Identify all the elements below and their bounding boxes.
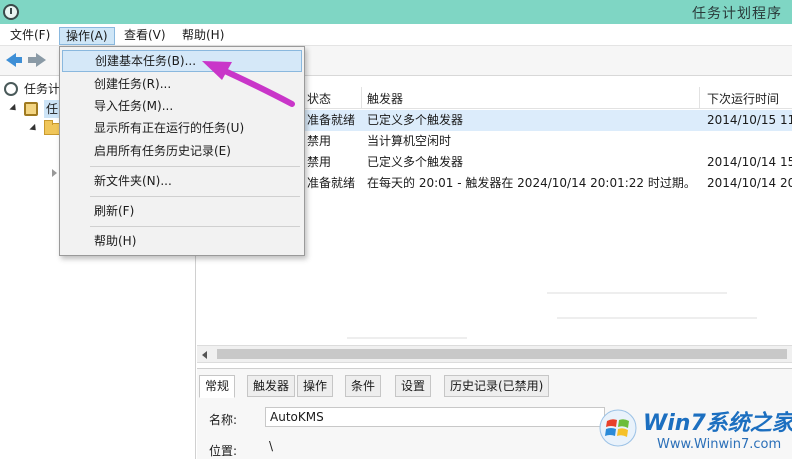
location-label: 位置: — [209, 444, 238, 458]
scroll-left-icon[interactable] — [202, 351, 207, 359]
tab-general[interactable]: 常规 — [199, 375, 236, 398]
forward-button[interactable] — [28, 52, 46, 68]
action-menu: 创建基本任务(B)... 创建任务(R)... 导入任务(M)... 显示所有正… — [59, 46, 305, 256]
window-title: 任务计划程序 — [692, 6, 782, 22]
menu-bar: 文件(F) 操作(A) 查看(V) 帮助(H) — [0, 24, 792, 46]
menu-file[interactable]: 文件(F) — [4, 27, 56, 45]
scrollbar-thumb[interactable] — [217, 349, 787, 359]
menu-item-create-task[interactable]: 创建任务(R)... — [62, 73, 302, 95]
menu-view[interactable]: 查看(V) — [118, 27, 172, 45]
back-button[interactable] — [6, 52, 24, 68]
watermark: Win7系统之家 Www.Winwin7.com — [595, 403, 792, 459]
expand-icon — [9, 103, 19, 114]
tab-history[interactable]: 历史记录(已禁用) — [444, 375, 550, 397]
column-status[interactable]: 状态 — [307, 90, 331, 107]
column-next-run[interactable]: 下次运行时间 — [707, 90, 779, 107]
tab-triggers[interactable]: 触发器 — [247, 375, 296, 397]
collapse-icon[interactable] — [52, 169, 57, 177]
menu-item-new-folder[interactable]: 新文件夹(N)... — [62, 170, 302, 192]
title-bar: 任务计划程序 — [0, 0, 792, 24]
tree-item-root[interactable]: 任务计 — [4, 79, 64, 99]
menu-item-refresh[interactable]: 刷新(F) — [62, 200, 302, 222]
menu-item-import-task[interactable]: 导入任务(M)... — [62, 95, 302, 117]
menu-item-help[interactable]: 帮助(H) — [62, 230, 302, 252]
menu-item-show-running[interactable]: 显示所有正在运行的任务(U) — [62, 117, 302, 139]
location-value: \ — [269, 439, 274, 453]
windows-logo-icon — [599, 409, 637, 447]
menu-help[interactable]: 帮助(H) — [176, 27, 230, 45]
horizontal-scrollbar[interactable] — [197, 345, 792, 363]
menu-action[interactable]: 操作(A) — [59, 27, 115, 45]
tab-conditions[interactable]: 条件 — [345, 375, 382, 397]
watermark-url: Www.Winwin7.com — [657, 437, 782, 452]
tab-actions[interactable]: 操作 — [297, 375, 334, 397]
column-trigger[interactable]: 触发器 — [367, 90, 403, 107]
arrow-right-icon — [36, 53, 46, 67]
name-label: 名称: — [209, 413, 238, 427]
expand-icon — [29, 123, 39, 134]
folder-icon — [44, 120, 60, 135]
task-library-icon — [24, 102, 38, 116]
watermark-brand: Win7系统之家 — [643, 411, 792, 436]
menu-item-enable-history[interactable]: 启用所有任务历史记录(E) — [62, 140, 302, 162]
clock-icon — [4, 82, 18, 96]
clock-icon — [3, 4, 19, 20]
tab-settings[interactable]: 设置 — [395, 375, 432, 397]
name-field[interactable]: AutoKMS — [265, 407, 605, 427]
menu-item-create-basic-task[interactable]: 创建基本任务(B)... — [62, 50, 302, 72]
